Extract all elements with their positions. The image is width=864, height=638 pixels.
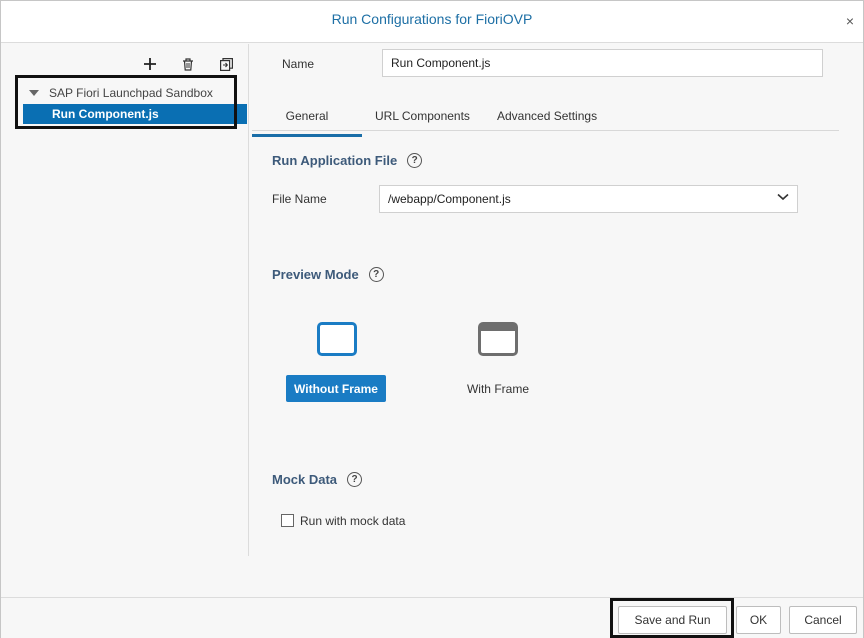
tab-advanced-settings[interactable]: Advanced Settings [497, 109, 597, 123]
tab-url-components[interactable]: URL Components [375, 109, 470, 123]
configurations-tree: SAP Fiori Launchpad Sandbox Run Componen… [23, 82, 247, 124]
dialog-footer: Save and Run OK Cancel [1, 597, 863, 638]
preview-mode-heading: Preview Mode ? [272, 267, 384, 282]
save-and-run-button[interactable]: Save and Run [618, 606, 727, 634]
ok-button[interactable]: OK [736, 606, 781, 634]
help-icon[interactable]: ? [407, 153, 423, 168]
configurations-pane: SAP Fiori Launchpad Sandbox Run Componen… [1, 44, 249, 556]
file-name-label: File Name [272, 192, 327, 206]
cancel-button[interactable]: Cancel [789, 606, 857, 634]
mock-data-heading: Mock Data ? [272, 472, 363, 487]
help-icon[interactable]: ? [347, 472, 363, 487]
without-frame-button[interactable]: Without Frame [286, 375, 386, 402]
tree-item-run-component[interactable]: Run Component.js [23, 104, 247, 124]
configuration-details: Name Run Component.js General URL Compon… [250, 44, 863, 556]
run-application-heading: Run Application File ? [272, 153, 423, 168]
section-title: Preview Mode [272, 267, 359, 282]
close-icon[interactable]: × [846, 13, 854, 29]
file-name-value: /webapp/Component.js [388, 192, 511, 206]
mock-data-checkbox[interactable] [281, 514, 294, 527]
section-title: Mock Data [272, 472, 338, 487]
configurations-toolbar [142, 56, 234, 72]
with-frame-button[interactable]: With Frame [448, 375, 548, 402]
trash-icon[interactable] [180, 56, 196, 72]
without-frame-icon[interactable] [317, 322, 357, 356]
file-name-select[interactable]: /webapp/Component.js [379, 185, 798, 213]
section-title: Run Application File [272, 153, 398, 168]
dialog-title: Run Configurations for FioriOVP [331, 11, 533, 27]
tree-item-label: Run Component.js [52, 107, 159, 121]
duplicate-icon[interactable] [218, 56, 234, 72]
with-frame-icon[interactable] [478, 322, 518, 356]
tree-item-sandbox[interactable]: SAP Fiori Launchpad Sandbox [23, 82, 247, 104]
dialog-titlebar: Run Configurations for FioriOVP × [1, 1, 863, 43]
run-configurations-dialog: Run Configurations for FioriOVP × SAP Fi… [0, 0, 864, 638]
expand-triangle-icon[interactable] [29, 90, 39, 96]
help-icon[interactable]: ? [368, 267, 384, 282]
chevron-down-icon[interactable] [777, 193, 789, 201]
tree-item-label: SAP Fiori Launchpad Sandbox [49, 86, 213, 100]
tab-bar: General URL Components Advanced Settings [252, 102, 839, 137]
mock-data-checkbox-label[interactable]: Run with mock data [300, 514, 405, 528]
name-field[interactable]: Run Component.js [382, 49, 823, 77]
name-label: Name [282, 57, 315, 71]
tab-general[interactable]: General [252, 109, 362, 137]
plus-icon[interactable] [142, 56, 158, 72]
